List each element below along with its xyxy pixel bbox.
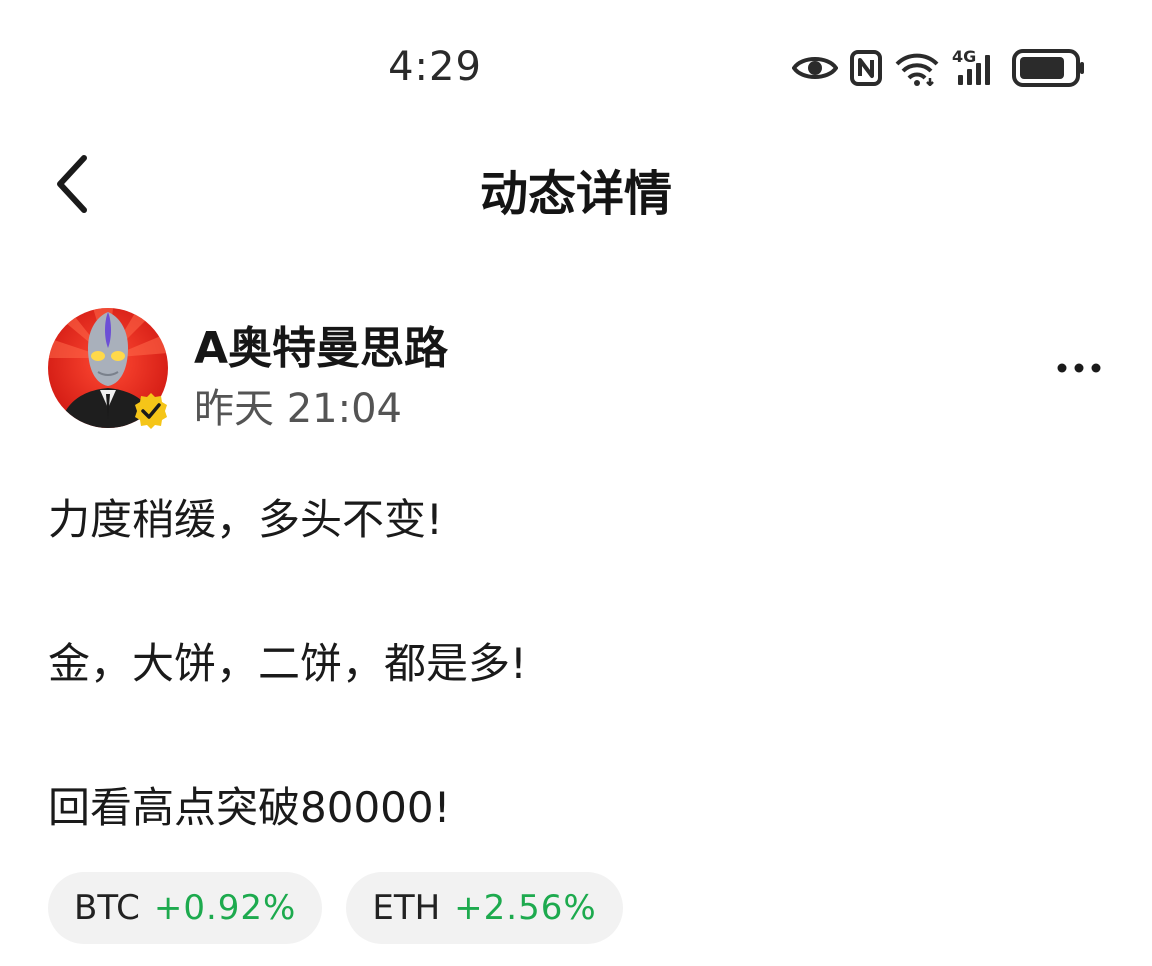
status-time: 4:29	[388, 44, 482, 90]
post-text-line: 力度稍缓，多头不变!	[48, 495, 443, 544]
ticker-list: BTC +0.92% ETH +2.56%	[48, 872, 623, 944]
signal-4g-icon: 4G	[952, 47, 1000, 87]
author-name[interactable]: A奥特曼思路	[194, 312, 448, 376]
eye-icon	[792, 53, 838, 83]
page-title: 动态详情	[479, 166, 672, 222]
status-icons: 4G	[792, 46, 1086, 90]
ticker-chip-btc[interactable]: BTC +0.92%	[48, 872, 323, 944]
more-button[interactable]	[1044, 346, 1114, 390]
post-author: A奥特曼思路 昨天 21:04	[48, 306, 1108, 432]
header: 动态详情	[0, 136, 1152, 236]
ticker-chip-eth[interactable]: ETH +2.56%	[346, 872, 623, 944]
ticker-change: +2.56%	[454, 888, 597, 928]
post-content: 力度稍缓，多头不变! 金，大饼，二饼，都是多! 回看高点突破80000!	[48, 492, 1108, 836]
ticker-symbol: ETH	[372, 888, 441, 928]
post-text-line: 回看高点突破80000!	[48, 783, 451, 832]
ticker-symbol: BTC	[74, 888, 140, 928]
wifi-icon	[894, 50, 940, 86]
more-horizontal-icon	[1056, 359, 1102, 378]
post-text-line: 金，大饼，二饼，都是多!	[48, 639, 527, 688]
battery-icon	[1012, 49, 1086, 87]
verified-badge-icon	[132, 392, 170, 430]
status-bar: 4:29 4G	[0, 0, 1152, 136]
ticker-change: +0.92%	[153, 888, 297, 928]
post-time: 昨天 21:04	[194, 386, 402, 432]
nfc-icon	[850, 50, 882, 86]
